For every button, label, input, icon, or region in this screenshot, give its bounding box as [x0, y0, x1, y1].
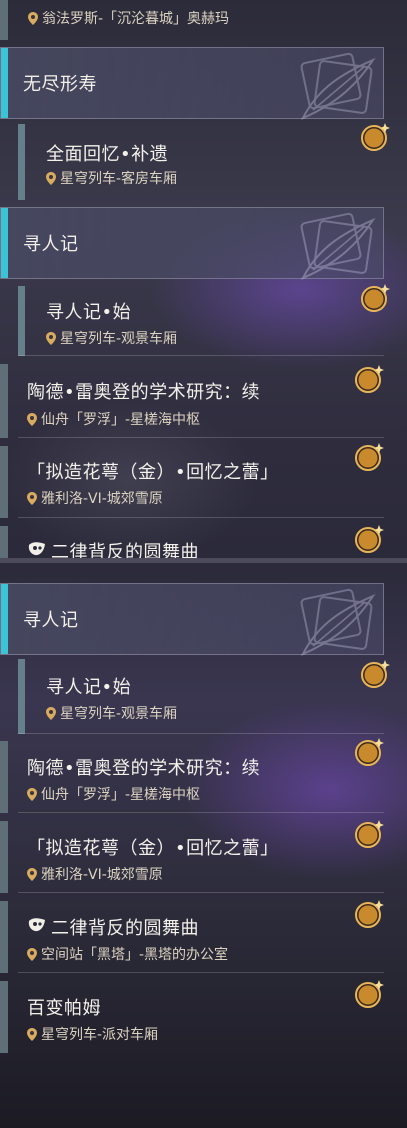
location-pin-icon [46, 172, 56, 185]
category-header-xunrenji[interactable]: 寻人记 [0, 583, 384, 655]
mission-location: 雅利洛-VI-城郊雪原 [27, 488, 163, 508]
mission-title: 陶德•雷奥登的学术研究：续 [27, 758, 261, 779]
location-pin-icon [27, 413, 37, 426]
mission-title: 二律背反的圆舞曲 [27, 914, 199, 940]
location-pin-icon [27, 788, 37, 801]
mission-location-text: 星穹列车-派对车厢 [41, 1027, 159, 1043]
quill-emblem-icon [273, 208, 383, 280]
location-pin-icon [27, 948, 37, 961]
mission-item-full-memory[interactable]: 全面回忆•补遗 星穹列车-客房车厢 [0, 124, 384, 200]
mission-title: 「拟造花萼（金）•回忆之蕾」 [27, 838, 279, 859]
new-badge-icon [360, 122, 390, 152]
category-header-wujin[interactable]: 无尽形寿 [0, 47, 384, 119]
mask-icon [27, 540, 47, 558]
mission-title: 寻人记•始 [46, 302, 132, 323]
mission-title-text: 二律背反的圆舞曲 [51, 918, 199, 939]
mission-list-panel-2: 寻人记 寻人记•始 星穹列车-观景车厢 陶德•雷奥登的学术研究：续 仙舟「罗浮」… [0, 563, 407, 1128]
mission-location-text: 雅利洛-VI-城郊雪原 [41, 867, 163, 883]
mask-icon [27, 916, 47, 939]
mission-location-text: 星穹列车-客房车厢 [60, 171, 178, 187]
new-badge-icon [354, 899, 384, 929]
category-title: 寻人记 [23, 234, 79, 255]
mission-item-nizao[interactable]: 「拟造花萼（金）•回忆之蕾」 雅利洛-VI-城郊雪原 [0, 821, 384, 893]
category-header-xunrenji[interactable]: 寻人记 [0, 207, 384, 279]
mission-item-onphalos[interactable]: 翁法罗斯-「沉沦暮城」奥赫玛 [0, 0, 384, 40]
item-side-bar [18, 286, 25, 356]
row-divider [18, 892, 384, 893]
item-side-bar [0, 741, 8, 813]
mission-item-baibian[interactable]: 百变帕姆 星穹列车-派对车厢 [0, 981, 384, 1053]
mission-location: 星穹列车-客房车厢 [46, 168, 177, 188]
mission-title: 百变帕姆 [27, 998, 101, 1019]
mission-list-panel-1: 翁法罗斯-「沉沦暮城」奥赫玛 无尽形寿 全面回忆•补遗 星穹列车-客房车厢 寻人… [0, 0, 407, 558]
new-badge-icon [354, 819, 384, 849]
row-divider [18, 812, 384, 813]
mission-item-xunrenji[interactable]: 寻人记•始 星穹列车-观景车厢 [0, 286, 384, 356]
mission-location-text: 翁法罗斯-「沉沦暮城」奥赫玛 [42, 11, 230, 27]
row-divider [18, 355, 384, 356]
mission-item-erlv[interactable]: 二律背反的圆舞曲 空间站「黑塔」-黑塔的办公室 [0, 901, 384, 973]
location-pin-icon [28, 12, 38, 25]
category-title: 寻人记 [23, 610, 79, 631]
mission-location: 翁法罗斯-「沉沦暮城」奥赫玛 [28, 8, 229, 28]
item-side-bar [18, 659, 25, 734]
new-badge-icon [360, 659, 390, 689]
location-pin-icon [27, 1028, 37, 1041]
mission-title: 「拟造花萼（金）•回忆之蕾」 [27, 462, 279, 483]
mission-location-text: 仙舟「罗浮」-星槎海中枢 [41, 412, 201, 428]
new-badge-icon [354, 737, 384, 767]
mission-location-text: 雅利洛-VI-城郊雪原 [41, 491, 163, 507]
new-badge-icon [354, 979, 384, 1009]
category-title: 无尽形寿 [23, 74, 97, 95]
location-pin-icon [27, 492, 37, 505]
mission-item-xunrenji[interactable]: 寻人记•始 星穹列车-观景车厢 [0, 659, 384, 734]
item-side-bar [0, 901, 8, 973]
mission-item-erlv-partial[interactable]: 二律背反的圆舞曲 [0, 526, 384, 558]
item-side-bar [0, 981, 8, 1053]
mission-title: 全面回忆•补遗 [46, 144, 169, 165]
quill-emblem-icon [273, 48, 383, 120]
mission-location: 星穹列车-观景车厢 [46, 703, 177, 723]
mission-item-taode[interactable]: 陶德•雷奥登的学术研究：续 仙舟「罗浮」-星槎海中枢 [0, 741, 384, 813]
quill-emblem-icon [273, 584, 383, 656]
mission-title: 二律背反的圆舞曲 [27, 538, 199, 558]
item-side-bar [0, 446, 8, 518]
row-divider [18, 437, 384, 438]
row-divider [18, 972, 384, 973]
new-badge-icon [354, 524, 384, 554]
mission-item-nizao[interactable]: 「拟造花萼（金）•回忆之蕾」 雅利洛-VI-城郊雪原 [0, 446, 384, 518]
mission-location: 空间站「黑塔」-黑塔的办公室 [27, 944, 228, 964]
item-side-bar [18, 124, 25, 200]
location-pin-icon [46, 707, 56, 720]
new-badge-icon [354, 364, 384, 394]
mission-location-text: 星穹列车-观景车厢 [60, 706, 178, 722]
item-side-bar [0, 0, 8, 40]
mission-location: 仙舟「罗浮」-星槎海中枢 [27, 784, 200, 804]
item-side-bar [0, 526, 8, 558]
category-accent-bar [1, 48, 8, 118]
location-pin-icon [27, 868, 37, 881]
category-accent-bar [1, 208, 8, 278]
mission-item-taode[interactable]: 陶德•雷奥登的学术研究：续 仙舟「罗浮」-星槎海中枢 [0, 364, 384, 438]
mission-title: 陶德•雷奥登的学术研究：续 [27, 382, 261, 403]
mission-location: 雅利洛-VI-城郊雪原 [27, 864, 163, 884]
item-side-bar [0, 364, 8, 438]
mission-location: 仙舟「罗浮」-星槎海中枢 [27, 409, 200, 429]
mission-title: 寻人记•始 [46, 677, 132, 698]
mission-title-text: 二律背反的圆舞曲 [51, 542, 199, 558]
item-side-bar [0, 821, 8, 893]
new-badge-icon [360, 283, 390, 313]
category-accent-bar [1, 584, 8, 654]
new-badge-icon [354, 442, 384, 472]
mission-location-text: 空间站「黑塔」-黑塔的办公室 [41, 947, 229, 963]
row-divider [18, 517, 384, 518]
mission-location: 星穹列车-观景车厢 [46, 328, 177, 348]
mission-location-text: 星穹列车-观景车厢 [60, 331, 178, 347]
mission-location-text: 仙舟「罗浮」-星槎海中枢 [41, 787, 201, 803]
location-pin-icon [46, 332, 56, 345]
mission-location: 星穹列车-派对车厢 [27, 1024, 158, 1044]
row-divider [18, 733, 384, 734]
